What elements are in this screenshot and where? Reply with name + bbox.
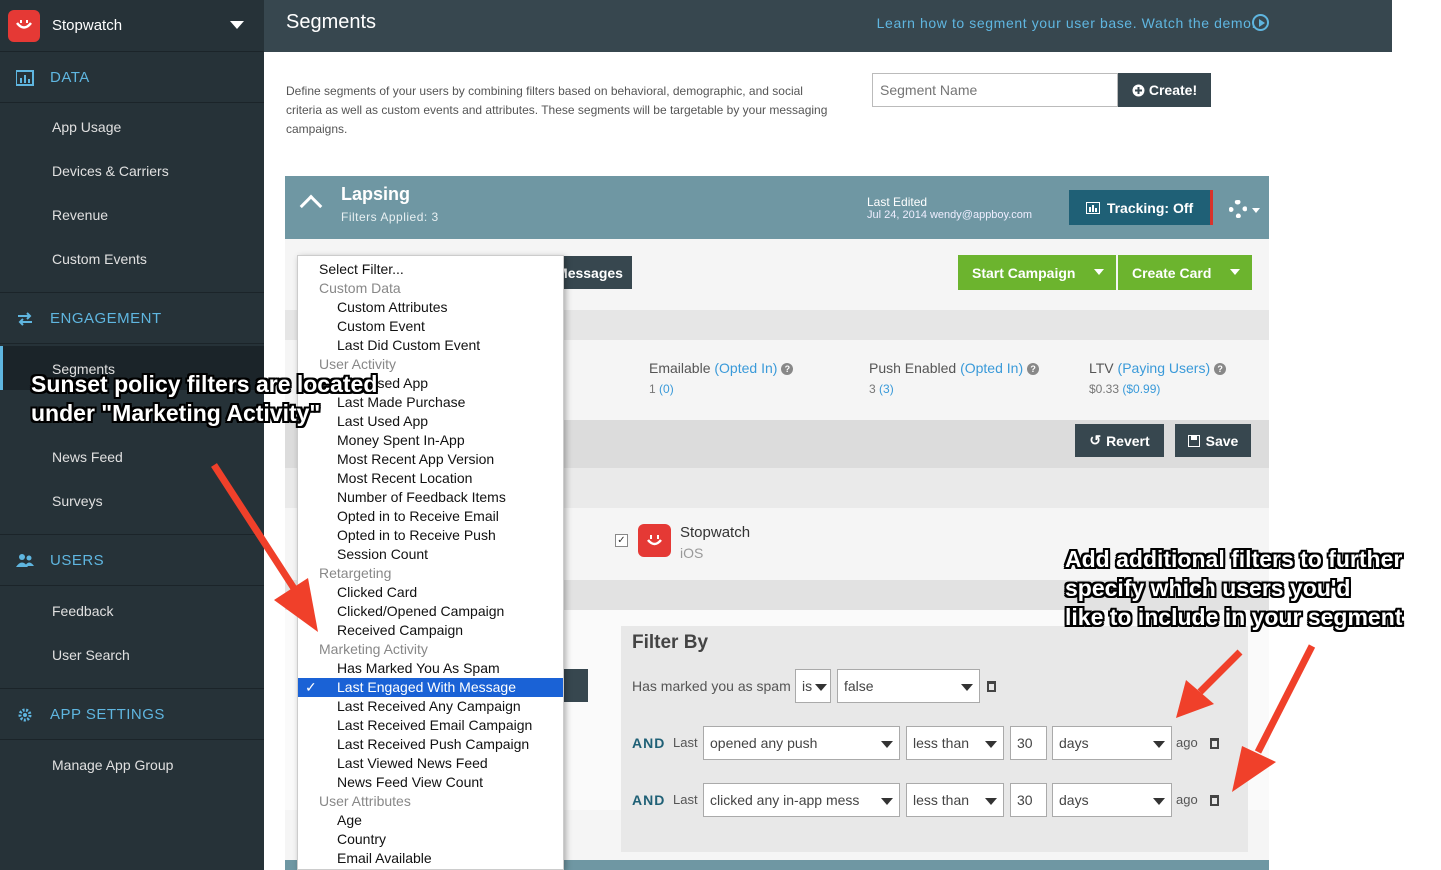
arrow-left bbox=[211, 463, 298, 592]
annotation-line: Sunset policy filters are located bbox=[31, 371, 378, 397]
arrow-right-1 bbox=[1197, 649, 1243, 695]
annotation-line: like to include in your segment bbox=[1065, 604, 1403, 630]
annotation-line: specify which users you'd bbox=[1065, 575, 1351, 601]
annotation-right: Add additional filters to further specif… bbox=[1065, 545, 1402, 632]
annotation-left: Sunset policy filters are located under … bbox=[31, 370, 377, 428]
annotation-line: under "Marketing Activity" bbox=[31, 400, 321, 426]
arrow-left-head bbox=[274, 578, 318, 632]
arrow-right-2 bbox=[1254, 644, 1316, 754]
annotation-line: Add additional filters to further bbox=[1065, 546, 1403, 572]
annotation-arrows bbox=[211, 463, 1316, 792]
arrow-right-2-head bbox=[1232, 746, 1276, 792]
